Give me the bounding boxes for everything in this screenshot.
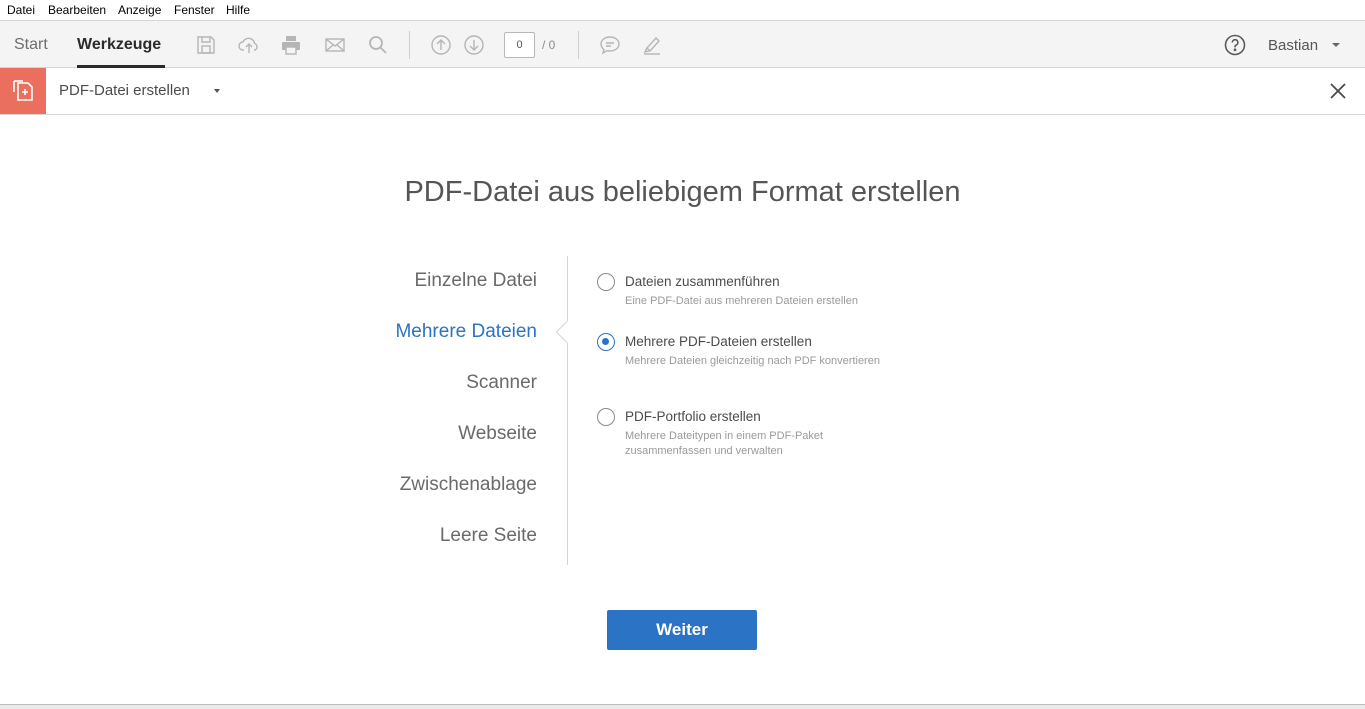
mail-icon[interactable] [324,34,346,56]
create-pdf-tool-icon [0,68,46,114]
main-toolbar: Start Werkzeuge 0 / 0 Bastian [0,20,1365,68]
category-divider [567,256,568,565]
continue-button[interactable]: Weiter [607,610,757,650]
category-webpage[interactable]: Webseite [458,423,537,445]
menu-view[interactable]: Anzeige [118,3,161,17]
menu-edit[interactable]: Bearbeiten [48,3,106,17]
help-icon[interactable] [1224,34,1246,56]
tab-start[interactable]: Start [14,36,48,54]
close-icon[interactable] [1328,81,1348,101]
tab-tools[interactable]: Werkzeuge [77,36,161,54]
print-icon[interactable] [280,34,302,56]
cloud-upload-icon[interactable] [238,34,260,56]
save-icon[interactable] [195,34,217,56]
radio-combine-files[interactable] [597,273,615,291]
category-blank-page[interactable]: Leere Seite [440,525,537,547]
option-description: Mehrere Dateitypen in einem PDF-Paket zu… [625,430,824,457]
option-description: Eine PDF-Datei aus mehreren Dateien erst… [625,295,858,307]
toolbar-separator [578,31,579,59]
user-name[interactable]: Bastian [1268,37,1318,54]
chevron-down-icon[interactable] [1332,43,1340,47]
option-description: Mehrere Dateien gleichzeitig nach PDF ko… [625,355,880,367]
search-icon[interactable] [367,34,389,56]
comment-icon[interactable] [599,34,621,56]
option-label: Dateien zusammenführen [625,274,780,289]
category-clipboard[interactable]: Zwischenablage [400,474,537,496]
menu-help[interactable]: Hilfe [226,3,250,17]
tool-header: PDF-Datei erstellen [0,68,1365,115]
chevron-down-icon[interactable] [214,89,220,93]
toolbar-separator [409,31,410,59]
radio-create-portfolio[interactable] [597,408,615,426]
menu-bar: Datei Bearbeiten Anzeige Fenster Hilfe [0,0,1365,20]
option-label: PDF-Portfolio erstellen [625,409,761,424]
page-down-icon[interactable] [463,34,485,56]
menu-file[interactable]: Datei [7,3,35,17]
page-up-icon[interactable] [430,34,452,56]
page-title: PDF-Datei aus beliebigem Format erstelle… [404,176,961,208]
category-scanner[interactable]: Scanner [466,372,537,394]
bottom-taskbar-edge [0,704,1365,709]
category-single-file[interactable]: Einzelne Datei [414,270,537,292]
page-total: / 0 [542,38,556,52]
menu-window[interactable]: Fenster [174,3,215,17]
category-multiple-files[interactable]: Mehrere Dateien [395,321,537,343]
highlight-pen-icon[interactable] [641,34,663,56]
active-category-pointer [555,320,579,344]
option-label: Mehrere PDF-Dateien erstellen [625,334,812,349]
tool-title[interactable]: PDF-Datei erstellen [59,82,190,99]
page-number-input[interactable]: 0 [504,32,535,58]
radio-create-multiple-pdfs[interactable] [597,333,615,351]
